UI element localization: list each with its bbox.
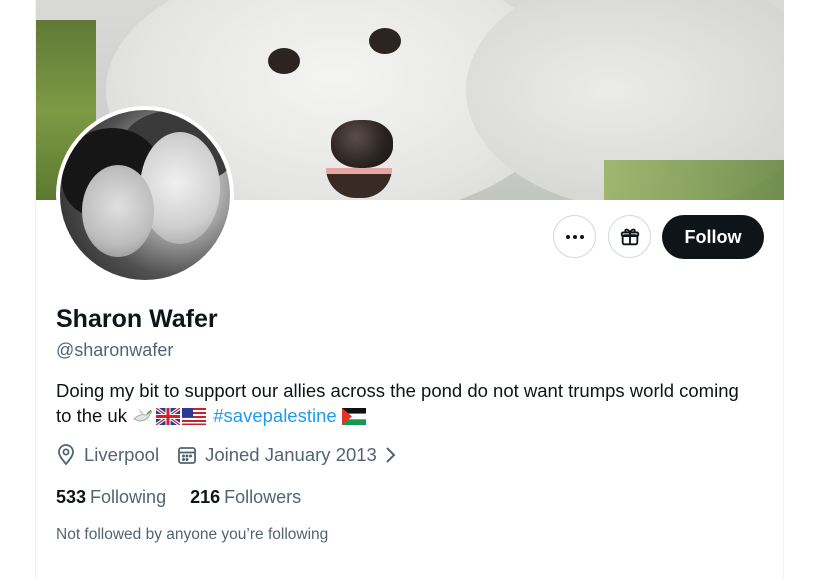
profile-joined[interactable]: Joined January 2013 (177, 444, 397, 466)
bio-hashtag-link[interactable]: #savepalestine (213, 405, 336, 426)
tip-button[interactable] (608, 215, 651, 258)
profile-name: Sharon Wafer (56, 305, 218, 333)
avatar-photo (60, 110, 230, 280)
uk-flag-icon (156, 408, 181, 425)
palestine-flag-icon (341, 408, 366, 425)
location-text: Liverpool (84, 444, 160, 465)
location-pin-icon (58, 444, 74, 466)
followers-label: Followers (224, 487, 302, 507)
chevron-right-icon (386, 447, 396, 463)
gift-icon (620, 228, 639, 245)
following-link[interactable]: 533 Following (56, 487, 166, 508)
following-count: 533 (56, 487, 87, 507)
more-options-button[interactable] (553, 215, 596, 258)
joined-text: Joined January 2013 (205, 444, 377, 465)
follow-button[interactable]: Follow (662, 215, 764, 259)
followers-link[interactable]: 216 Followers (190, 487, 301, 508)
profile-stats: 533 Following 216 Followers (56, 487, 325, 508)
following-label: Following (90, 487, 167, 507)
avatar[interactable] (56, 106, 234, 284)
dove-icon (133, 408, 153, 422)
profile-handle: @sharonwafer (56, 340, 174, 360)
calendar-icon (178, 447, 196, 464)
profile-bio: Doing my bit to support our allies acros… (56, 378, 756, 428)
followers-count: 216 (190, 487, 221, 507)
us-flag-icon (182, 408, 207, 425)
ellipsis-icon (565, 234, 584, 239)
profile-meta: Liverpool Joined January 2013 (56, 444, 415, 466)
profile-location: Liverpool (56, 444, 159, 466)
followed-by-note: Not followed by anyone you’re following (56, 526, 329, 543)
